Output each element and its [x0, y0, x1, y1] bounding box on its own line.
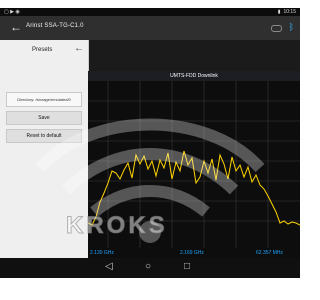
status-right-group: ▮ 10:15 — [278, 9, 296, 15]
kroks-watermark: KROKS — [66, 212, 168, 240]
app-title: Arinst SSA-TG-C1.0 — [26, 23, 84, 29]
span-frequency: 62.357 MHz — [256, 250, 283, 256]
save-button[interactable]: Save — [6, 111, 82, 125]
status-left-icons: ▢ ▶ ◉ — [4, 9, 20, 15]
home-icon[interactable]: ○ — [145, 261, 151, 272]
center-frequency: 2.169 GHz — [180, 250, 204, 256]
reset-button[interactable]: Reset to default — [6, 129, 82, 143]
navigation-bar: ◁ ○ □ — [0, 258, 300, 278]
directory-field[interactable]: Directory: /storage/emulated/0 — [6, 92, 82, 107]
back-nav-icon[interactable]: ◁ — [105, 261, 113, 272]
arrow-back-icon[interactable]: ← — [10, 21, 22, 33]
frequency-footer: 2.130 GHz 2.169 GHz 62.357 MHz — [88, 248, 300, 258]
presets-heading: Presets — [32, 47, 53, 53]
start-frequency: 2.130 GHz — [90, 250, 114, 256]
bluetooth-icon[interactable]: ᛒ — [289, 22, 294, 32]
status-bar: ▢ ▶ ◉ ▮ 10:15 — [0, 8, 300, 16]
battery-icon: ▮ — [277, 9, 281, 15]
close-drawer-arrow-icon[interactable]: ← — [74, 43, 84, 54]
status-time: 10:15 — [283, 9, 296, 15]
app-bar: ← Arinst SSA-TG-C1.0 ᛒ — [0, 16, 300, 40]
toggle-icon[interactable] — [271, 25, 282, 32]
chart-title: UMTS-FDD Downlink — [88, 71, 300, 81]
device-screen: ▢ ▶ ◉ ▮ 10:15 ← Arinst SSA-TG-C1.0 ᛒ Pre… — [0, 8, 300, 278]
recent-apps-icon[interactable]: □ — [184, 261, 190, 272]
